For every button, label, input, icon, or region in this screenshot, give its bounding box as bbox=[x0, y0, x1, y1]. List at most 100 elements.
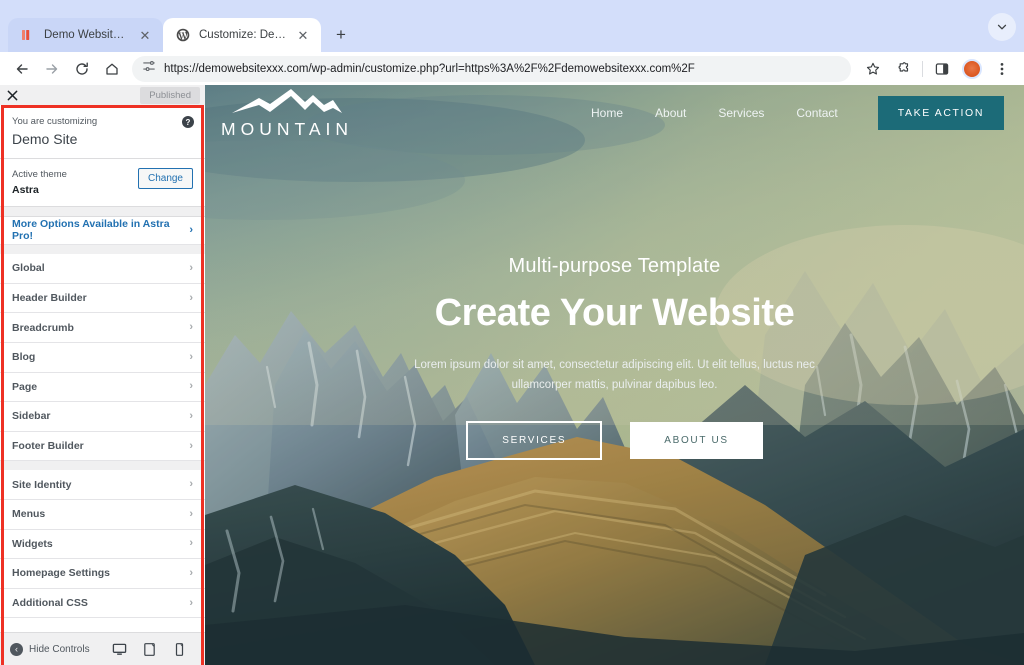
sidebar-item-label: Footer Builder bbox=[12, 440, 84, 453]
sidebar-item-global[interactable]: Global › bbox=[0, 254, 205, 284]
customizer-topbar: Published bbox=[0, 85, 205, 105]
url-text: https://demowebsitexxx.com/wp-admin/cust… bbox=[164, 62, 695, 75]
chevron-right-icon: › bbox=[189, 350, 193, 363]
sidebar-item-label: Header Builder bbox=[12, 292, 87, 305]
nav-item-contact[interactable]: Contact bbox=[780, 106, 853, 120]
sidebar-item-footer-builder[interactable]: Footer Builder › bbox=[0, 431, 205, 462]
browser-tab-mykinsta[interactable]: Demo Website - MyKinsta ✕ bbox=[8, 18, 163, 52]
mykinsta-icon bbox=[20, 28, 35, 43]
sidebar-item-sidebar[interactable]: Sidebar › bbox=[0, 402, 205, 432]
customizer-body: You are customizing Demo Site ? Active t… bbox=[0, 105, 205, 665]
mobile-icon[interactable] bbox=[171, 639, 187, 659]
collapse-circle-icon: ‹ bbox=[10, 642, 23, 656]
nav-item-home[interactable]: Home bbox=[575, 106, 639, 120]
hero-button-group: SERVICES ABOUT US bbox=[205, 421, 1024, 461]
wordpress-icon bbox=[175, 28, 190, 43]
customizing-label: You are customizing bbox=[12, 116, 98, 127]
site-nav: Home About Services Contact TAKE ACTION bbox=[575, 96, 1024, 130]
site-preview-frame[interactable]: MOUNTAIN Home About Services Contact TAK… bbox=[205, 85, 1024, 665]
sidebar-item-menus[interactable]: Menus › bbox=[0, 499, 205, 530]
address-bar[interactable]: https://demowebsitexxx.com/wp-admin/cust… bbox=[132, 55, 851, 82]
site-title: Demo Site bbox=[12, 131, 78, 148]
browser-tab-customize[interactable]: Customize: Demo Site ✕ bbox=[163, 18, 321, 52]
chevron-right-icon: › bbox=[189, 380, 193, 393]
profile-avatar-icon[interactable] bbox=[958, 55, 986, 83]
active-theme-label: Active theme bbox=[12, 169, 67, 181]
sidebar-spacer bbox=[0, 206, 205, 216]
sidebar-item-label: Additional CSS bbox=[12, 597, 88, 610]
three-dot-menu-icon[interactable] bbox=[988, 55, 1016, 83]
site-logo[interactable]: MOUNTAIN bbox=[221, 86, 353, 140]
browser-window: Demo Website - MyKinsta ✕ Customize: Dem… bbox=[0, 0, 1024, 665]
sidebar-item-page[interactable]: Page › bbox=[0, 372, 205, 403]
desktop-icon[interactable] bbox=[111, 639, 127, 659]
sidebar-item-label: Menus bbox=[12, 508, 46, 521]
mountain-peaks-icon bbox=[229, 86, 345, 121]
close-x-icon[interactable] bbox=[0, 85, 24, 105]
sidebar-item-label: Homepage Settings bbox=[12, 567, 111, 580]
hero-subtitle: Lorem ipsum dolor sit amet, consectetur … bbox=[414, 359, 815, 392]
chevron-right-icon: › bbox=[189, 291, 193, 304]
services-button[interactable]: SERVICES bbox=[466, 421, 603, 461]
hero-section: Multi-purpose Template Create Your Websi… bbox=[205, 255, 1024, 461]
chevron-right-icon: › bbox=[189, 261, 193, 274]
new-tab-button[interactable]: + bbox=[327, 21, 355, 49]
reload-icon[interactable] bbox=[68, 55, 96, 83]
active-theme-row: Active theme Astra Change bbox=[0, 159, 205, 207]
site-header: MOUNTAIN Home About Services Contact TAK… bbox=[205, 85, 1024, 141]
page-viewport: MOUNTAIN Home About Services Contact TAK… bbox=[0, 85, 1024, 665]
sidebar-item-astra-pro[interactable]: More Options Available in Astra Pro! › bbox=[0, 215, 205, 246]
sidebar-item-blog[interactable]: Blog › bbox=[0, 342, 205, 373]
sidebar-item-homepage-settings[interactable]: Homepage Settings › bbox=[0, 559, 205, 589]
customizer-panel-list: More Options Available in Astra Pro! › bbox=[0, 215, 205, 246]
sidebar-item-additional-css[interactable]: Additional CSS › bbox=[0, 588, 205, 619]
extensions-puzzle-icon[interactable] bbox=[889, 55, 917, 83]
about-us-button[interactable]: ABOUT US bbox=[630, 422, 763, 460]
change-theme-button[interactable]: Change bbox=[137, 168, 193, 190]
chevron-right-icon: › bbox=[189, 478, 193, 491]
sidebar-item-label: Site Identity bbox=[12, 478, 72, 491]
hide-controls-label: Hide Controls bbox=[29, 643, 90, 655]
tab-title: Demo Website - MyKinsta bbox=[44, 29, 128, 41]
side-panel-icon[interactable] bbox=[928, 55, 956, 83]
sidebar-item-label: Global bbox=[12, 262, 45, 275]
customizer-secondary-panels: Site Identity › Menus › Widgets › Homepa… bbox=[0, 470, 205, 619]
device-preview-switcher bbox=[111, 639, 187, 659]
sidebar-spacer bbox=[0, 461, 205, 471]
tune-icon[interactable] bbox=[142, 59, 156, 78]
tablet-icon[interactable] bbox=[141, 639, 157, 659]
tab-title: Customize: Demo Site bbox=[199, 29, 286, 41]
sidebar-item-label: Blog bbox=[12, 351, 36, 364]
sidebar-item-site-identity[interactable]: Site Identity › bbox=[0, 470, 205, 500]
customizing-info: You are customizing Demo Site ? bbox=[0, 105, 205, 160]
logo-wordmark: MOUNTAIN bbox=[221, 119, 354, 139]
publish-button[interactable]: Published bbox=[140, 86, 200, 104]
chevron-right-icon: › bbox=[189, 507, 193, 520]
sidebar-spacer bbox=[0, 245, 205, 255]
sidebar-item-label: Widgets bbox=[12, 537, 53, 550]
chevron-right-icon: › bbox=[189, 439, 193, 452]
hide-controls-button[interactable]: ‹ Hide Controls bbox=[10, 642, 90, 656]
chevron-right-icon: › bbox=[189, 321, 193, 334]
customizer-sidebar: Published You are customizing Demo Site … bbox=[0, 85, 205, 665]
sidebar-item-header-builder[interactable]: Header Builder › bbox=[0, 283, 205, 314]
chevron-down-icon[interactable] bbox=[988, 13, 1016, 41]
chevron-right-icon: › bbox=[189, 566, 193, 579]
close-icon[interactable]: ✕ bbox=[295, 27, 311, 43]
sidebar-item-label: Page bbox=[12, 380, 38, 393]
sidebar-item-breadcrumb[interactable]: Breadcrumb › bbox=[0, 313, 205, 343]
home-icon[interactable] bbox=[98, 55, 126, 83]
sidebar-item-label: More Options Available in Astra Pro! bbox=[12, 218, 170, 243]
help-question-icon[interactable]: ? bbox=[182, 116, 194, 128]
customizer-footer: ‹ Hide Controls bbox=[0, 632, 205, 665]
toolbar-divider bbox=[922, 60, 923, 77]
chevron-right-icon: › bbox=[189, 223, 193, 236]
back-arrow-icon[interactable] bbox=[8, 55, 36, 83]
take-action-button[interactable]: TAKE ACTION bbox=[877, 96, 1004, 130]
sidebar-item-widgets[interactable]: Widgets › bbox=[0, 529, 205, 560]
close-icon[interactable]: ✕ bbox=[137, 27, 153, 43]
star-icon[interactable] bbox=[859, 55, 887, 83]
forward-arrow-icon[interactable] bbox=[38, 55, 66, 83]
nav-item-about[interactable]: About bbox=[639, 106, 702, 120]
nav-item-services[interactable]: Services bbox=[702, 106, 780, 120]
